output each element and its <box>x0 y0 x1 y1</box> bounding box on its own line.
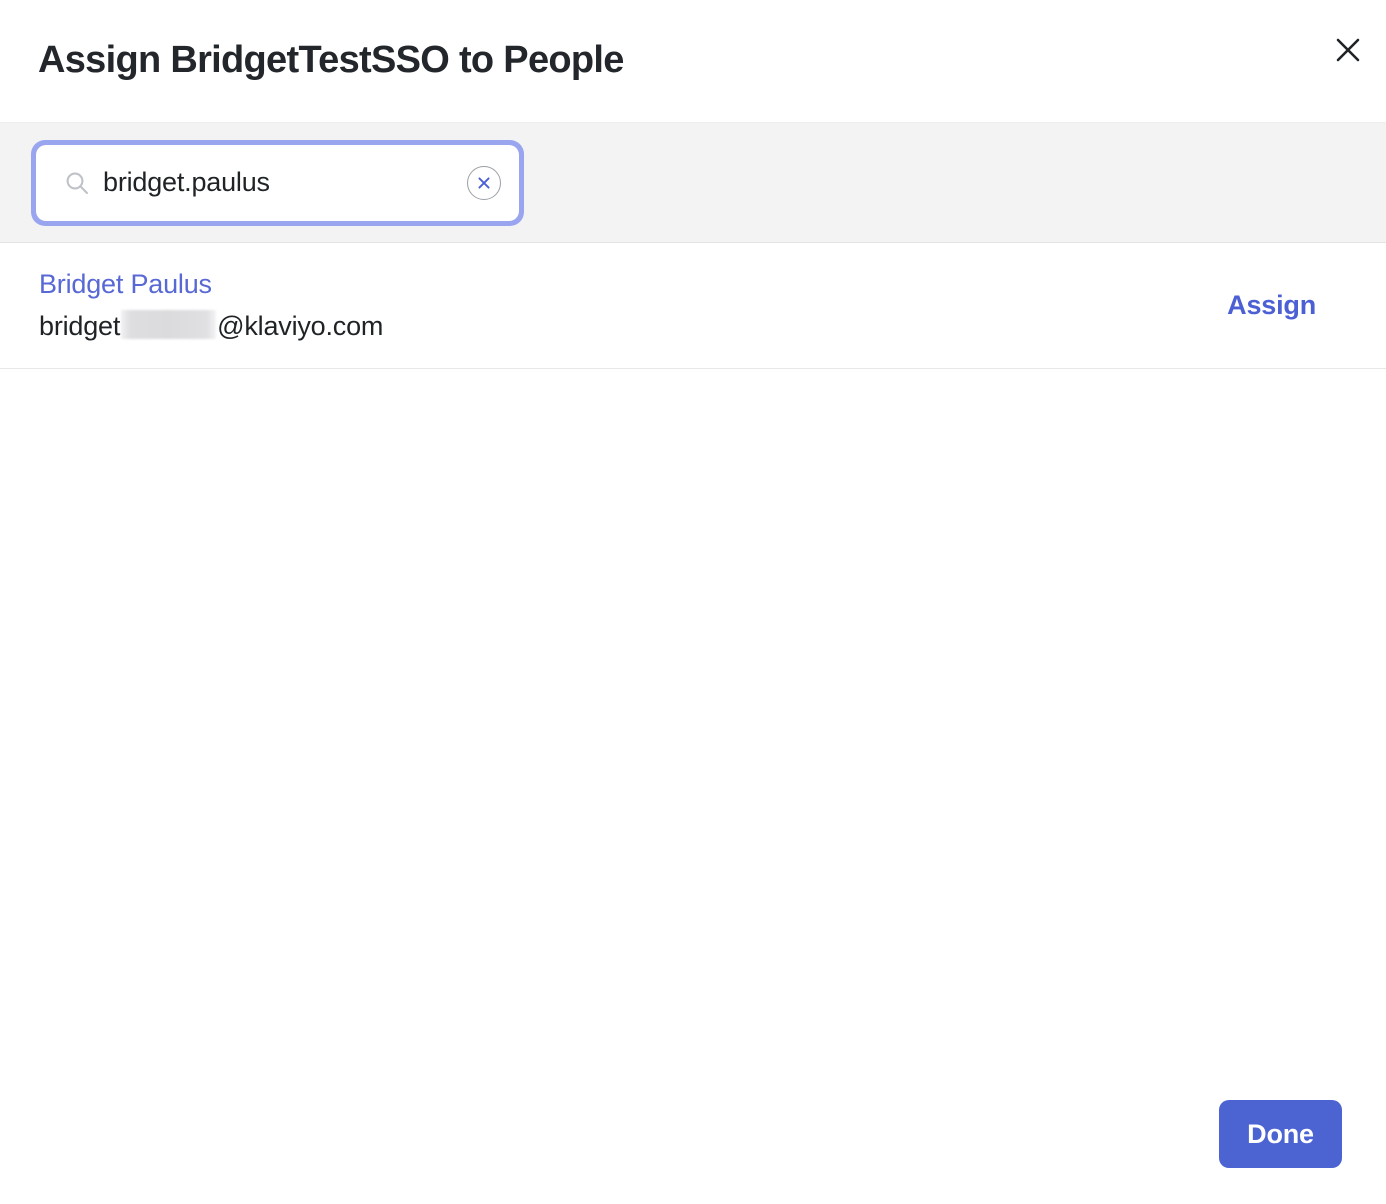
search-bar <box>0 123 1386 243</box>
modal-footer: Done <box>0 1064 1386 1204</box>
clear-circle-x-icon <box>476 175 492 191</box>
person-info: Bridget Paulus bridget @klaviyo.com <box>39 269 383 342</box>
close-button[interactable] <box>1327 29 1369 71</box>
email-redaction-block <box>121 310 216 339</box>
person-email: bridget @klaviyo.com <box>39 306 383 342</box>
assign-people-modal: Assign BridgetTestSSO to People <box>0 0 1386 1204</box>
search-focus-ring <box>31 140 524 226</box>
email-suffix: @klaviyo.com <box>217 311 383 342</box>
results-list: Bridget Paulus bridget @klaviyo.com Assi… <box>0 243 1386 1064</box>
search-box[interactable] <box>36 145 519 221</box>
email-prefix: bridget <box>39 311 120 342</box>
done-button[interactable]: Done <box>1219 1100 1342 1168</box>
clear-search-button[interactable] <box>467 166 501 200</box>
close-icon <box>1334 36 1362 64</box>
person-name-link[interactable]: Bridget Paulus <box>39 269 383 300</box>
assign-button[interactable]: Assign <box>1227 290 1316 321</box>
table-row: Bridget Paulus bridget @klaviyo.com Assi… <box>0 243 1386 369</box>
search-icon <box>64 170 90 196</box>
search-input[interactable] <box>103 167 459 198</box>
modal-header: Assign BridgetTestSSO to People <box>0 0 1386 123</box>
page-title: Assign BridgetTestSSO to People <box>38 40 624 82</box>
